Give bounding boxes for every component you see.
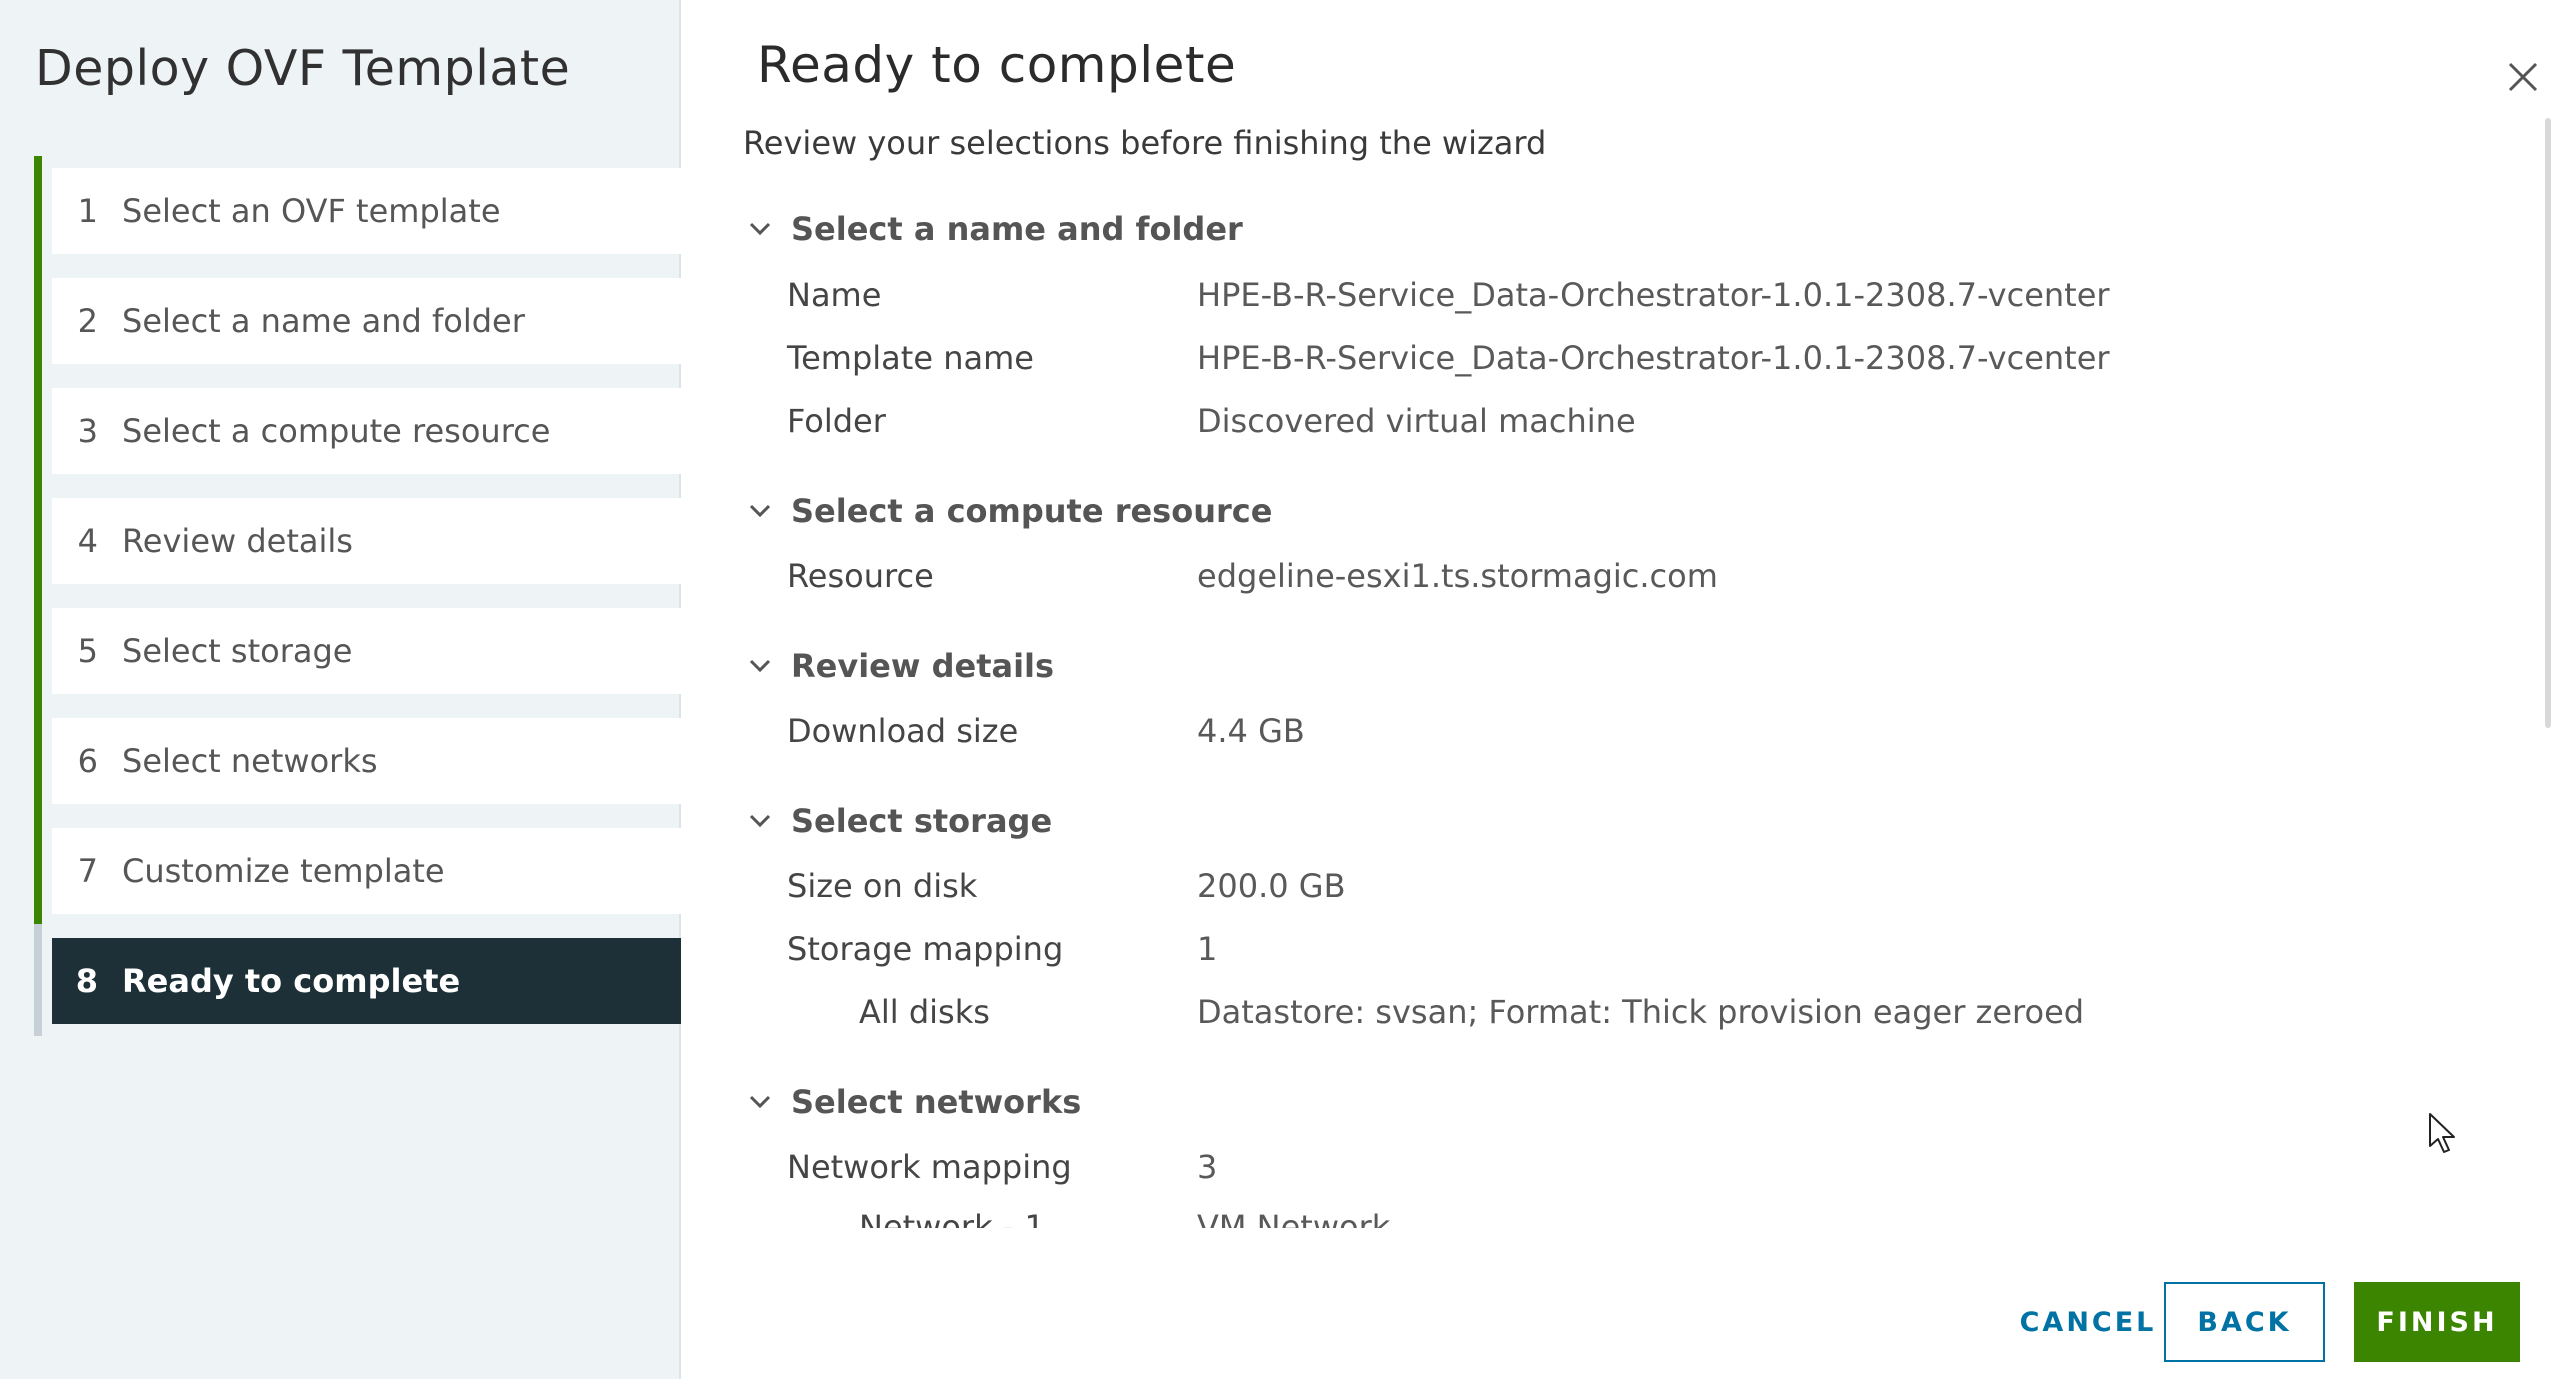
deploy-ovf-dialog: Deploy OVF Template 1 Select an OVF temp… <box>0 0 2555 1379</box>
cancel-button[interactable]: CANCEL <box>1983 1282 2193 1362</box>
chevron-down-icon <box>743 494 777 528</box>
step-label: Ready to complete <box>122 962 461 1000</box>
main-panel: Ready to complete Review your selections… <box>683 0 2555 1379</box>
section-title: Select networks <box>791 1083 1082 1121</box>
step-select-name-folder[interactable]: 2 Select a name and folder <box>52 278 681 364</box>
detail-value: 4.4 GB <box>1197 712 1305 750</box>
back-button[interactable]: BACK <box>2164 1282 2325 1362</box>
step-number: 7 <box>77 852 98 890</box>
step-label: Review details <box>122 522 353 560</box>
step-label: Select a compute resource <box>122 412 551 450</box>
progress-bar <box>34 156 42 1036</box>
section-title: Review details <box>791 647 1055 685</box>
detail-label: Network - 1 <box>859 1208 1045 1228</box>
step-number: 6 <box>77 742 98 780</box>
detail-label: Name <box>787 276 882 314</box>
detail-value: 1 <box>1197 930 1218 968</box>
close-button[interactable] <box>2496 50 2550 104</box>
section-review-details[interactable]: Review details <box>743 647 1054 685</box>
step-select-ovf-template[interactable]: 1 Select an OVF template <box>52 168 681 254</box>
section-title: Select a compute resource <box>791 492 1273 530</box>
detail-label: Size on disk <box>787 867 978 905</box>
step-number: 2 <box>77 302 98 340</box>
step-label: Select storage <box>122 632 353 670</box>
step-number: 8 <box>75 962 98 1000</box>
detail-value: HPE-B-R-Service_Data-Orchestrator-1.0.1-… <box>1197 339 2110 377</box>
mouse-pointer-icon <box>2428 1112 2458 1158</box>
detail-label: Template name <box>787 339 1034 377</box>
step-label: Select networks <box>122 742 378 780</box>
step-number: 4 <box>77 522 98 560</box>
page-subtitle: Review your selections before finishing … <box>743 124 1547 162</box>
step-number: 5 <box>77 632 98 670</box>
chevron-down-icon <box>743 1085 777 1119</box>
review-content[interactable]: Select a name and folder Name HPE-B-R-Se… <box>743 190 2523 1228</box>
wizard-title: Deploy OVF Template <box>35 40 571 97</box>
chevron-down-icon <box>743 649 777 683</box>
detail-value: 3 <box>1197 1148 1218 1186</box>
step-select-compute-resource[interactable]: 3 Select a compute resource <box>52 388 681 474</box>
section-title: Select a name and folder <box>791 210 1243 248</box>
step-select-storage[interactable]: 5 Select storage <box>52 608 681 694</box>
detail-value: Discovered virtual machine <box>1197 402 1636 440</box>
detail-value: HPE-B-R-Service_Data-Orchestrator-1.0.1-… <box>1197 276 2110 314</box>
detail-label: Network mapping <box>787 1148 1072 1186</box>
detail-label: All disks <box>859 993 990 1031</box>
step-number: 1 <box>77 192 98 230</box>
step-customize-template[interactable]: 7 Customize template <box>52 828 681 914</box>
progress-bar-remaining <box>34 924 42 1036</box>
step-label: Select a name and folder <box>122 302 525 340</box>
scrollbar-thumb[interactable] <box>2545 118 2551 728</box>
section-select-storage[interactable]: Select storage <box>743 802 1052 840</box>
step-ready-to-complete[interactable]: 8 Ready to complete <box>52 938 681 1024</box>
detail-label: Storage mapping <box>787 930 1064 968</box>
page-title: Ready to complete <box>757 36 1237 94</box>
step-label: Select an OVF template <box>122 192 501 230</box>
detail-value: VM Network <box>1197 1208 1391 1228</box>
finish-button[interactable]: FINISH <box>2354 1282 2520 1362</box>
chevron-down-icon <box>743 212 777 246</box>
detail-label: Folder <box>787 402 886 440</box>
section-title: Select storage <box>791 802 1053 840</box>
detail-value: edgeline-esxi1.ts.stormagic.com <box>1197 557 1718 595</box>
section-name-folder[interactable]: Select a name and folder <box>743 210 1243 248</box>
step-select-networks[interactable]: 6 Select networks <box>52 718 681 804</box>
detail-label: Resource <box>787 557 934 595</box>
step-number: 3 <box>77 412 98 450</box>
detail-value: 200.0 GB <box>1197 867 1346 905</box>
step-label: Customize template <box>122 852 445 890</box>
scrollbar[interactable] <box>2545 118 2553 1228</box>
chevron-down-icon <box>743 804 777 838</box>
section-compute-resource[interactable]: Select a compute resource <box>743 492 1272 530</box>
section-select-networks[interactable]: Select networks <box>743 1083 1081 1121</box>
close-icon <box>2508 62 2538 92</box>
detail-value: Datastore: svsan; Format: Thick provisio… <box>1197 993 2085 1031</box>
wizard-sidebar: Deploy OVF Template 1 Select an OVF temp… <box>0 0 681 1379</box>
step-review-details[interactable]: 4 Review details <box>52 498 681 584</box>
detail-label: Download size <box>787 712 1019 750</box>
